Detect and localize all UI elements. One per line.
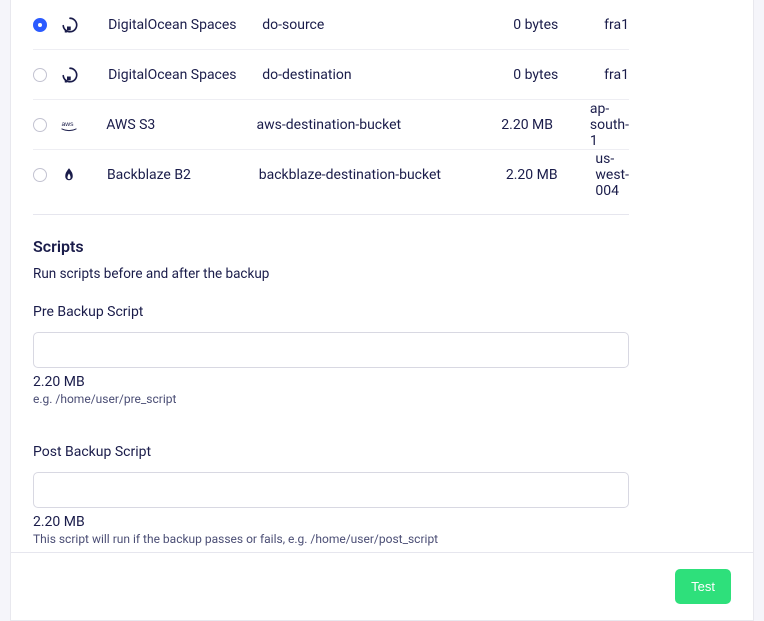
table-row[interactable]: aws AWS S3aws-destination-bucket2.20 MBap… xyxy=(33,100,629,150)
bucket-name: do-source xyxy=(262,17,513,33)
scripts-title: Scripts xyxy=(33,237,629,256)
bucket-size: 0 bytes xyxy=(513,67,604,83)
svg-text:aws: aws xyxy=(61,120,74,127)
bucket-radio[interactable] xyxy=(33,18,47,32)
post-script-hint: This script will run if the backup passe… xyxy=(33,532,629,546)
digitalocean-icon xyxy=(61,66,108,84)
bucket-radio[interactable] xyxy=(33,118,47,132)
provider-label: DigitalOcean Spaces xyxy=(108,17,262,33)
bucket-name: backblaze-destination-bucket xyxy=(259,167,506,183)
table-row[interactable]: DigitalOcean Spacesdo-source0 bytesfra1 xyxy=(33,0,629,50)
provider-label: AWS S3 xyxy=(106,117,256,133)
pre-script-label: Pre Backup Script xyxy=(33,304,629,320)
bucket-table: DigitalOcean Spacesdo-source0 bytesfra1D… xyxy=(33,0,629,200)
post-script-input[interactable] xyxy=(33,472,629,508)
aws-icon: aws xyxy=(60,116,106,134)
bucket-size: 0 bytes xyxy=(513,17,604,33)
test-button[interactable]: Test xyxy=(675,569,731,604)
pre-script-input[interactable] xyxy=(33,332,629,368)
bucket-name: aws-destination-bucket xyxy=(257,117,502,133)
divider xyxy=(33,214,629,215)
pre-script-hint: e.g. /home/user/pre_script xyxy=(33,392,629,406)
bucket-name: do-destination xyxy=(262,67,513,83)
bucket-radio[interactable] xyxy=(33,68,47,82)
provider-label: DigitalOcean Spaces xyxy=(108,67,262,83)
footer: Test xyxy=(11,552,753,620)
scripts-subtitle: Run scripts before and after the backup xyxy=(33,266,629,282)
bucket-size: 2.20 MB xyxy=(506,167,596,183)
bucket-radio[interactable] xyxy=(33,168,47,182)
scripts-section: Scripts Run scripts before and after the… xyxy=(33,237,629,546)
pre-script-size: 2.20 MB xyxy=(33,374,629,390)
bucket-region: fra1 xyxy=(604,17,629,33)
table-row[interactable]: DigitalOcean Spacesdo-destination0 bytes… xyxy=(33,50,629,100)
panel: DigitalOcean Spacesdo-source0 bytesfra1D… xyxy=(10,0,754,621)
bucket-region: fra1 xyxy=(604,67,629,83)
backblaze-icon xyxy=(60,166,107,184)
bucket-size: 2.20 MB xyxy=(501,117,590,133)
provider-label: Backblaze B2 xyxy=(107,167,259,183)
content-area: DigitalOcean Spacesdo-source0 bytesfra1D… xyxy=(11,0,651,546)
post-script-size: 2.20 MB xyxy=(33,514,629,530)
bucket-region: ap-south-1 xyxy=(590,101,629,149)
table-row[interactable]: Backblaze B2backblaze-destination-bucket… xyxy=(33,150,629,200)
bucket-region: us-west-004 xyxy=(595,151,629,199)
post-script-label: Post Backup Script xyxy=(33,444,629,460)
digitalocean-icon xyxy=(61,16,108,34)
